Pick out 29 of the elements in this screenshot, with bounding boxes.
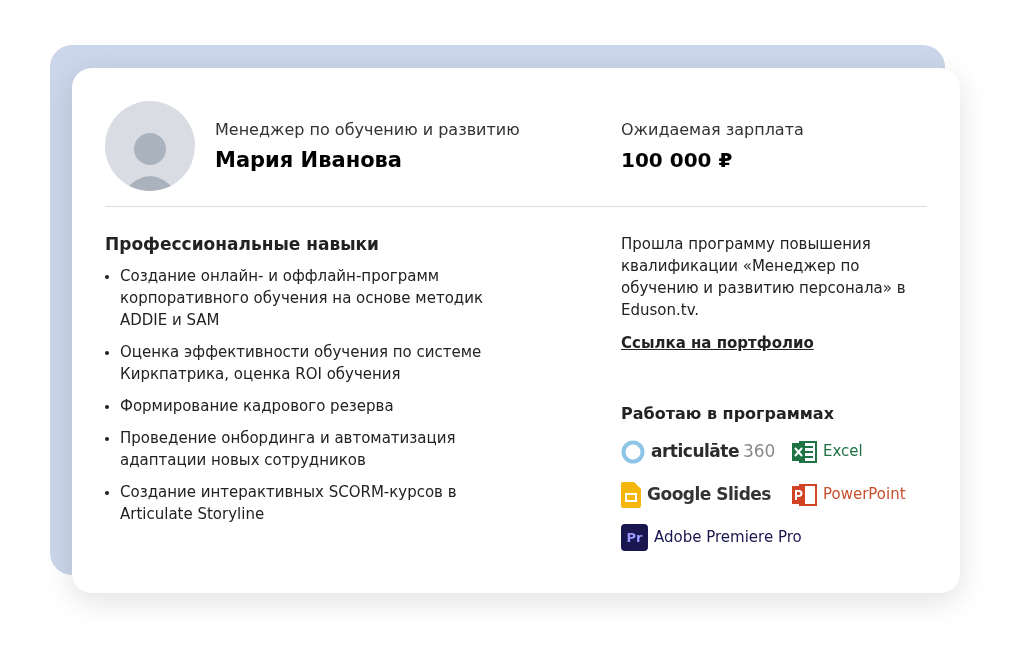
- bullet-icon: [105, 437, 109, 441]
- salary-value: 100 000 ₽: [621, 146, 734, 174]
- portfolio-link[interactable]: Ссылка на портфолио: [621, 332, 814, 355]
- skills-heading: Профессиональные навыки: [105, 233, 380, 255]
- app-name: PowerPoint: [823, 484, 906, 506]
- spreadsheet-icon: [791, 439, 817, 464]
- ring-logo-icon: [621, 439, 645, 464]
- software-heading: Работаю в программах: [621, 403, 835, 425]
- app-name: Adobe Premiere Pro: [654, 527, 802, 549]
- app-name: articulāte: [651, 439, 739, 463]
- skill-item: Оценка эффективности обучения по системе Киркпатрика, оценка ROI обучения: [120, 342, 483, 385]
- skill-item: Создание онлайн- и оффлайн-программ корпоративного обучения на основе методик ADDIE и SAM: [120, 266, 484, 331]
- skill-item: Проведение онбординга и автоматизация адаптации новых сотрудников: [120, 428, 457, 471]
- app-badge: Pr: [621, 524, 648, 551]
- skill-item: Формирование кадрового резерва: [120, 396, 394, 417]
- slides-icon: [621, 481, 641, 508]
- salary-label: Ожидаемая зарплата: [621, 118, 804, 141]
- bullet-icon: [105, 275, 109, 279]
- bullet-icon: [105, 351, 109, 355]
- skill-item: Создание интерактивных SCORM-курсов в Articulate Storyline: [120, 482, 458, 525]
- bullet-icon: [105, 491, 109, 495]
- job-title: Менеджер по обучению и развитию: [215, 118, 521, 141]
- presentation-icon: [791, 482, 817, 507]
- app-name: Excel: [823, 441, 863, 463]
- app-name: Google Slides: [647, 482, 771, 506]
- app-version: 360: [742, 439, 776, 463]
- candidate-name: Мария Иванова: [215, 146, 404, 174]
- course-note: Прошла программу повышения квалификации «Менеджер по обучению и развитию персонала» в Eduson.tv.: [621, 234, 906, 321]
- bullet-icon: [105, 405, 109, 409]
